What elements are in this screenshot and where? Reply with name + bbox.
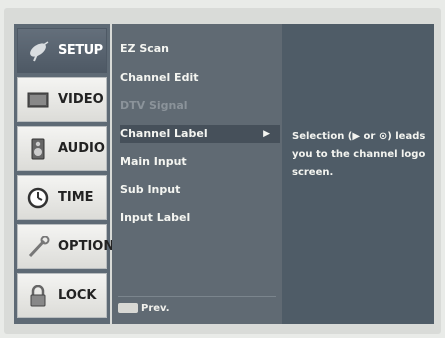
menu-item-sub-input[interactable]: Sub Input [120,181,180,199]
tab-audio[interactable]: AUDIO [17,126,107,171]
menu-item-label: Channel Label [120,127,208,140]
menu-key-icon [118,303,138,313]
tab-label: TIME [58,190,94,205]
satellite-dish-icon [26,40,52,62]
menu-footer: Prev. [118,296,276,319]
tab-label: VIDEO [58,92,104,107]
setup-menu: EZ Scan Channel Edit DTV Signal Channel … [112,24,282,324]
tv-icon [26,89,52,111]
tab-label: OPTION [58,239,115,254]
tab-time[interactable]: TIME [17,175,107,220]
tab-setup[interactable]: SETUP [17,28,107,73]
menu-item-dtv-signal: DTV Signal [120,99,188,112]
tab-option[interactable]: OPTION [17,224,114,269]
description-text: Selection (▶ or ⊙) leads you to the chan… [292,131,426,178]
menu-item-input-label[interactable]: Input Label [120,209,190,227]
speaker-icon [26,138,52,160]
tab-label: SETUP [58,43,103,58]
padlock-icon [26,284,52,307]
menu-item-main-input[interactable]: Main Input [120,153,187,171]
menu-item-channel-edit[interactable]: Channel Edit [120,69,198,87]
submenu-arrow-icon: ▶ [263,129,270,139]
description-panel: Selection (▶ or ⊙) leads you to the chan… [282,24,434,324]
sidebar: SETUP VIDEO AUDIO TIME OPTION LOCK [14,24,114,324]
footer-prev-label: Prev. [141,302,170,314]
tab-label: AUDIO [58,141,105,156]
menu-item-channel-label[interactable]: Channel Label ▶ [120,125,280,143]
wrench-icon [26,235,52,258]
tab-label: LOCK [58,288,97,303]
tab-lock[interactable]: LOCK [17,273,107,318]
menu-item-ez-scan[interactable]: EZ Scan [120,40,169,58]
clock-icon [26,187,52,209]
tab-video[interactable]: VIDEO [17,77,107,122]
